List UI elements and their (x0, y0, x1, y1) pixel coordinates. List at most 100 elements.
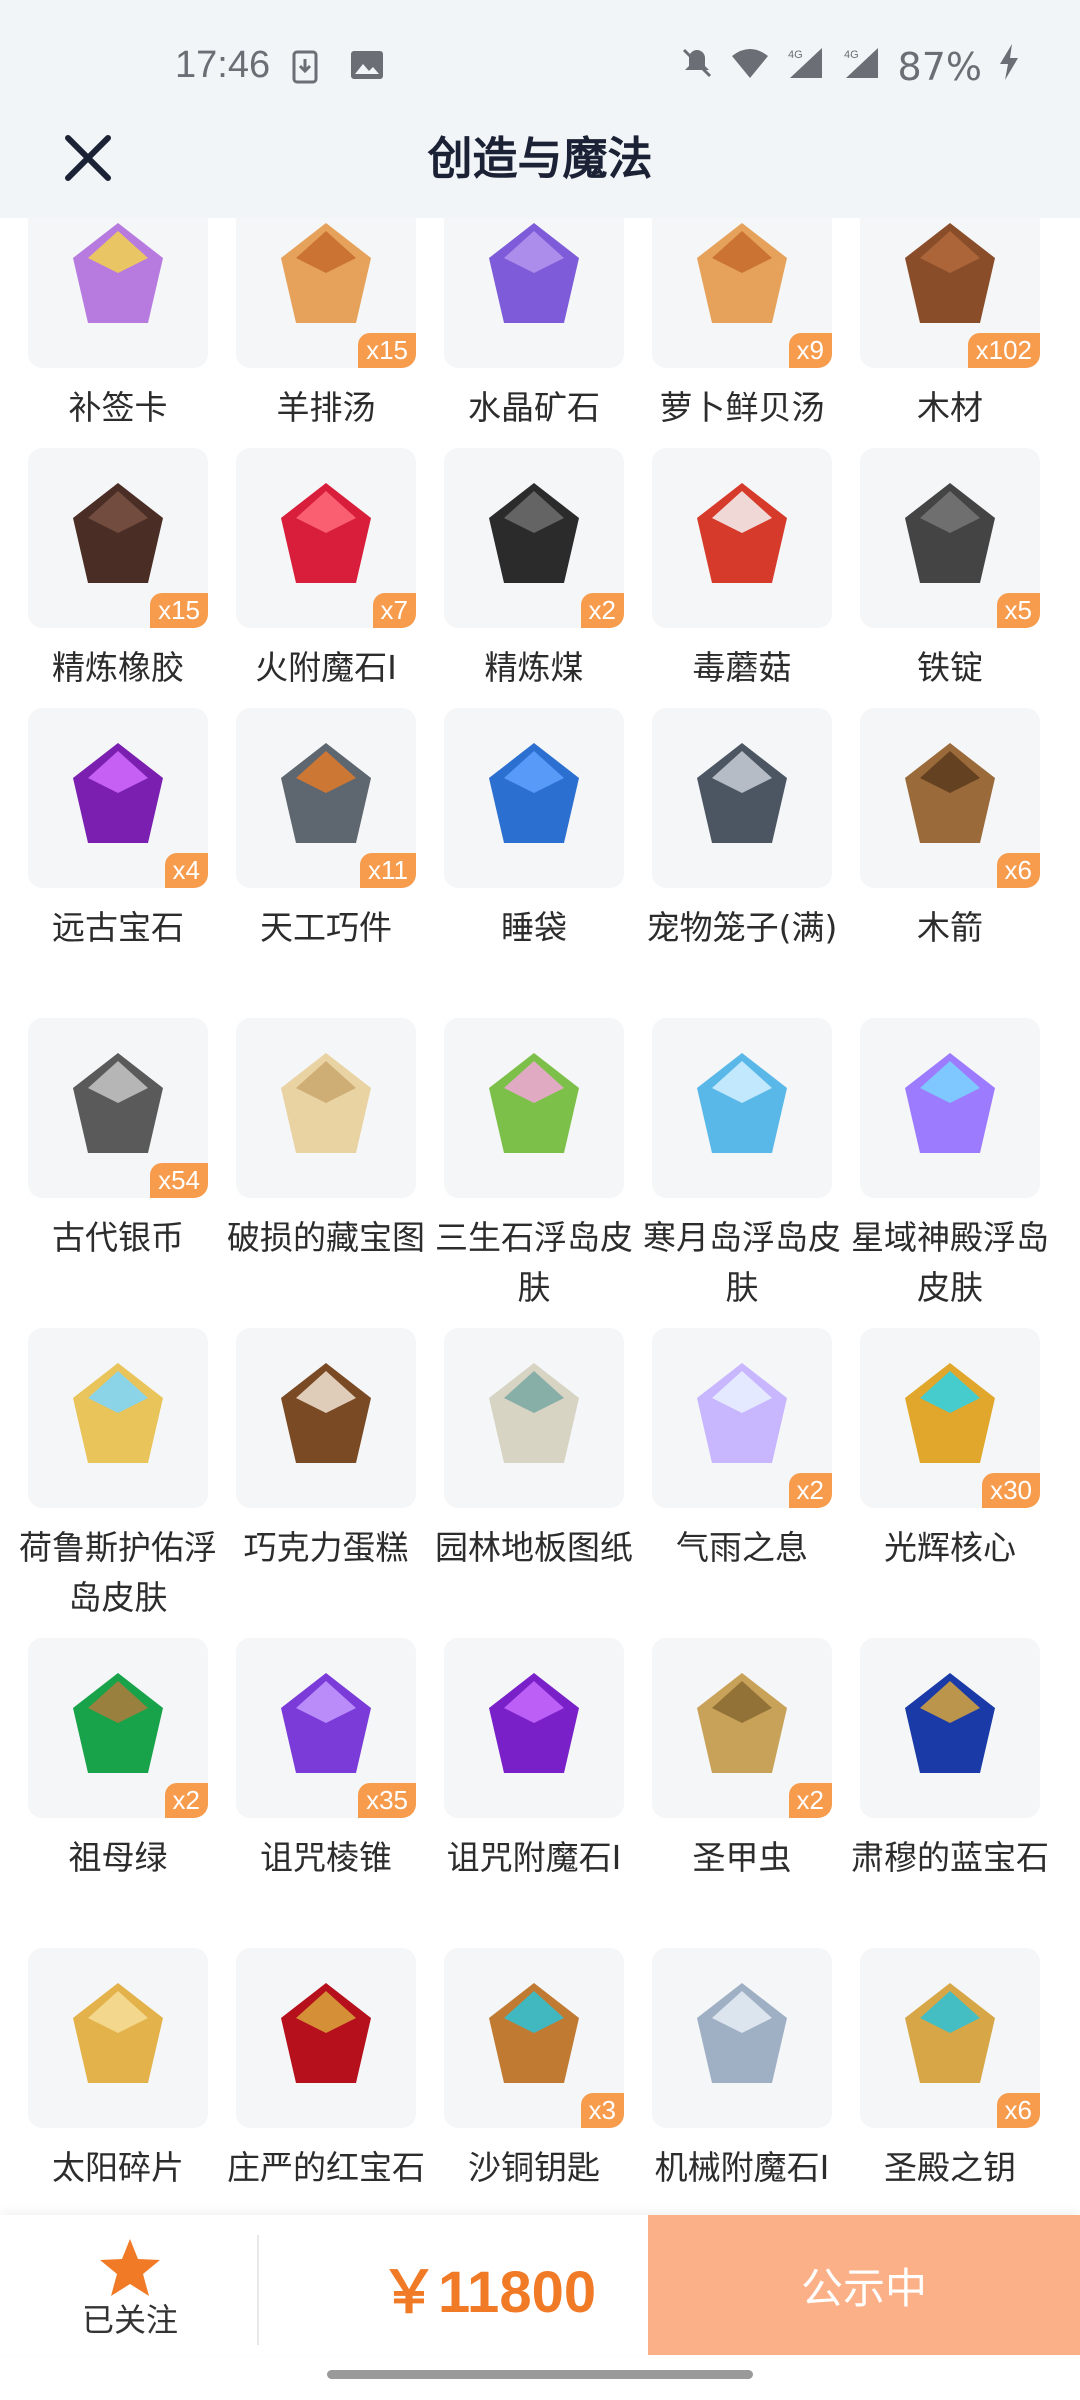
item-label: 巧克力蛋糕 (243, 1528, 409, 1567)
temple-key-icon (905, 1983, 995, 2083)
follow-label: 已关注 (81, 2301, 178, 2339)
item-label: 萝卜鲜贝汤 (659, 388, 825, 427)
item-thumbnail (652, 708, 832, 888)
app-header: 创造与魔法 (0, 110, 1080, 218)
item-thumbnail: x54 (28, 1018, 208, 1198)
item-quantity-badge: x5 (996, 593, 1040, 628)
item-label: 火附魔石I (255, 648, 397, 687)
item-thumbnail: x2 (652, 1328, 832, 1508)
item-quantity-badge: x15 (150, 593, 208, 628)
item-label: 天工巧件 (260, 908, 392, 947)
item-label: 补签卡 (68, 388, 168, 427)
scarab-icon (697, 1673, 787, 1773)
charging-icon (998, 44, 1020, 89)
item-label: 沙铜钥匙 (468, 2148, 600, 2187)
item-thumbnail (444, 1018, 624, 1198)
crystal-ore-icon (489, 223, 579, 323)
item-thumbnail (444, 1328, 624, 1508)
signal-icon-1: 4G (786, 45, 826, 89)
item-label: 诅咒附魔石I (446, 1838, 622, 1877)
item-thumbnail: x2 (444, 448, 624, 628)
item-thumbnail: x9 (652, 218, 832, 368)
item-thumbnail: x15 (28, 448, 208, 628)
silver-coin-icon (73, 1053, 163, 1153)
item-quantity-badge: x2 (788, 1473, 832, 1508)
item-thumbnail: x3 (444, 1948, 624, 2128)
bottom-bar: 已关注 ￥11800 公示中 (0, 2215, 1080, 2355)
wifi-icon (730, 45, 770, 89)
item-label: 睡袋 (501, 908, 567, 947)
item-label: 精炼煤 (484, 648, 584, 687)
lamb-soup-icon (281, 223, 371, 323)
item-label: 机械附魔石I (654, 2148, 830, 2187)
item-label: 寒月岛浮岛皮肤 (643, 1218, 841, 1307)
item-label: 园林地板图纸 (435, 1528, 633, 1567)
item-thumbnail: x2 (28, 1638, 208, 1818)
divider (257, 2235, 259, 2345)
item-label: 宠物笼子(满) (646, 908, 838, 947)
item-thumbnail (652, 448, 832, 628)
battery-text: 87% (897, 44, 982, 89)
wood-log-icon (905, 223, 995, 323)
item-label: 肃穆的蓝宝石 (851, 1838, 1049, 1877)
item-thumbnail (236, 1328, 416, 1508)
item-label: 气雨之息 (676, 1528, 808, 1567)
star-temple-icon (905, 1053, 995, 1153)
coal-icon (489, 483, 579, 583)
item-thumbnail: x11 (236, 708, 416, 888)
treasure-map-icon (281, 1053, 371, 1153)
item-label: 水晶矿石 (468, 388, 600, 427)
status-indicators: 4G 4G 87% (680, 44, 1020, 89)
publicity-button[interactable]: 公示中 (648, 2215, 1080, 2355)
item-thumbnail (860, 1018, 1040, 1198)
item-quantity-badge: x3 (580, 2093, 624, 2128)
item-thumbnail (444, 1638, 624, 1818)
poison-mushroom-icon (697, 483, 787, 583)
item-quantity-badge: x7 (372, 593, 416, 628)
fire-enchant-stone-icon (281, 483, 371, 583)
chocolate-cake-icon (281, 1363, 371, 1463)
item-thumbnail: x4 (28, 708, 208, 888)
item-label: 太阳碎片 (52, 2148, 184, 2187)
sapphire-icon (905, 1673, 995, 1773)
item-label: 荷鲁斯护佑浮岛皮肤 (19, 1528, 217, 1617)
item-thumbnail: x30 (860, 1328, 1040, 1508)
wooden-arrow-icon (905, 743, 995, 843)
ruby-icon (281, 1983, 371, 2083)
item-grid[interactable]: 补签卡 x15 羊排汤 水晶矿石 x9 萝卜鲜贝汤 x102 木材 x15 精炼橡胶 x7 火附魔石I… (0, 218, 1080, 2216)
item-thumbnail: x7 (236, 448, 416, 628)
item-quantity-badge: x6 (996, 2093, 1040, 2128)
item-quantity-badge: x102 (967, 333, 1040, 368)
item-thumbnail: x6 (860, 1948, 1040, 2128)
item-thumbnail: x2 (652, 1638, 832, 1818)
follow-button[interactable]: 已关注 (50, 2215, 210, 2355)
item-quantity-badge: x9 (788, 333, 832, 368)
image-icon (350, 50, 384, 84)
item-thumbnail (860, 1638, 1040, 1818)
item-thumbnail (444, 708, 624, 888)
item-quantity-badge: x54 (150, 1163, 208, 1198)
item-label: 诅咒棱锥 (260, 1838, 392, 1877)
item-label: 古代银币 (52, 1218, 184, 1257)
item-label: 木材 (917, 388, 983, 427)
carrot-soup-icon (697, 223, 787, 323)
sun-shard-icon (73, 1983, 163, 2083)
svg-text:4G: 4G (844, 49, 859, 61)
item-quantity-badge: x35 (358, 1783, 416, 1818)
item-thumbnail (28, 1948, 208, 2128)
item-thumbnail (444, 218, 624, 368)
item-thumbnail: x15 (236, 218, 416, 368)
item-quantity-badge: x2 (788, 1783, 832, 1818)
sign-card-icon (73, 223, 163, 323)
item-thumbnail (652, 1018, 832, 1198)
sleeping-bag-icon (489, 743, 579, 843)
cursed-pyramid-icon (281, 1673, 371, 1773)
item-quantity-badge: x4 (164, 853, 208, 888)
item-label: 远古宝石 (52, 908, 184, 947)
home-indicator[interactable] (327, 2370, 753, 2379)
price: ￥11800 (380, 2260, 597, 2325)
download-icon (292, 50, 318, 88)
item-label: 庄严的红宝石 (227, 2148, 425, 2187)
page-title: 创造与魔法 (427, 132, 653, 185)
mist-orb-icon (697, 1363, 787, 1463)
